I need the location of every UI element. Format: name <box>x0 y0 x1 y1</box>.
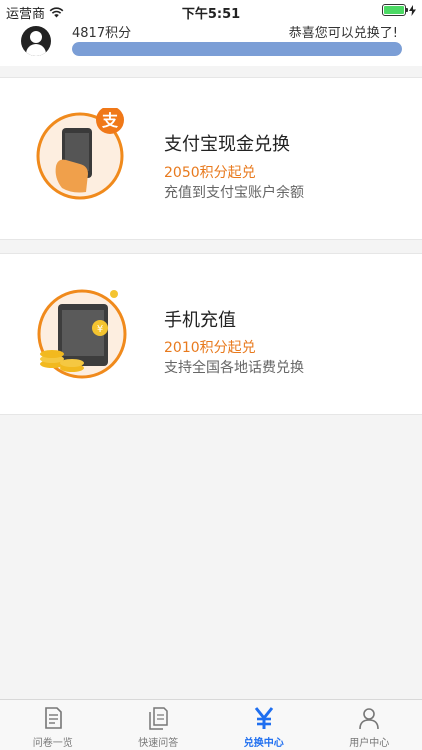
offer-description: 充值到支付宝账户余额 <box>164 185 304 201</box>
charging-icon <box>409 4 416 16</box>
tab-label: 快速问答 <box>138 738 179 749</box>
offer-title: 支付宝现金兑换 <box>164 134 290 155</box>
offer-points: 2050积分起兑 <box>164 165 256 181</box>
points-progress-fill <box>72 42 402 56</box>
svg-text:支: 支 <box>101 111 119 130</box>
user-icon <box>359 708 380 730</box>
tab-label: 用户中心 <box>349 738 390 749</box>
points-progress-bar <box>72 42 402 56</box>
tab-quick-answer[interactable]: 快速问答 <box>106 700 212 750</box>
document-icon <box>44 707 62 729</box>
avatar[interactable] <box>21 26 51 56</box>
offer-description: 支持全国各地话费兑换 <box>164 360 304 376</box>
user-summary: 4817积分 恭喜您可以兑换了! <box>0 22 422 66</box>
offer-points: 2010积分起兑 <box>164 340 256 356</box>
documents-icon <box>149 707 168 730</box>
tab-user-center[interactable]: 用户中心 <box>317 700 422 750</box>
status-bar: 运营商 下午5:51 <box>0 0 422 22</box>
offer-card-mobile[interactable]: ¥ 手机充值 2010积分起兑 支持全国各地话费兑换 <box>0 253 422 415</box>
redeem-message: 恭喜您可以兑换了! <box>288 26 398 41</box>
points-label: 4817积分 <box>72 26 132 41</box>
mobile-recharge-icon: ¥ <box>36 288 128 380</box>
clock: 下午5:51 <box>181 7 241 22</box>
tab-exchange-center[interactable]: 兑换中心 <box>211 700 317 750</box>
tab-label: 兑换中心 <box>243 738 284 749</box>
battery-icon <box>382 4 408 16</box>
svg-text:¥: ¥ <box>97 324 103 335</box>
offer-title: 手机充值 <box>164 310 236 331</box>
status-right <box>382 4 416 16</box>
alipay-phone-icon: 支 <box>36 106 128 200</box>
tab-bar: 问卷一览 快速问答 兑换中心 用户中心 <box>0 699 422 750</box>
yen-icon <box>254 707 273 729</box>
tab-label: 问卷一览 <box>32 738 73 749</box>
tab-survey-list[interactable]: 问卷一览 <box>0 700 106 750</box>
offer-card-alipay[interactable]: 支 支付宝现金兑换 2050积分起兑 充值到支付宝账户余额 <box>0 77 422 240</box>
